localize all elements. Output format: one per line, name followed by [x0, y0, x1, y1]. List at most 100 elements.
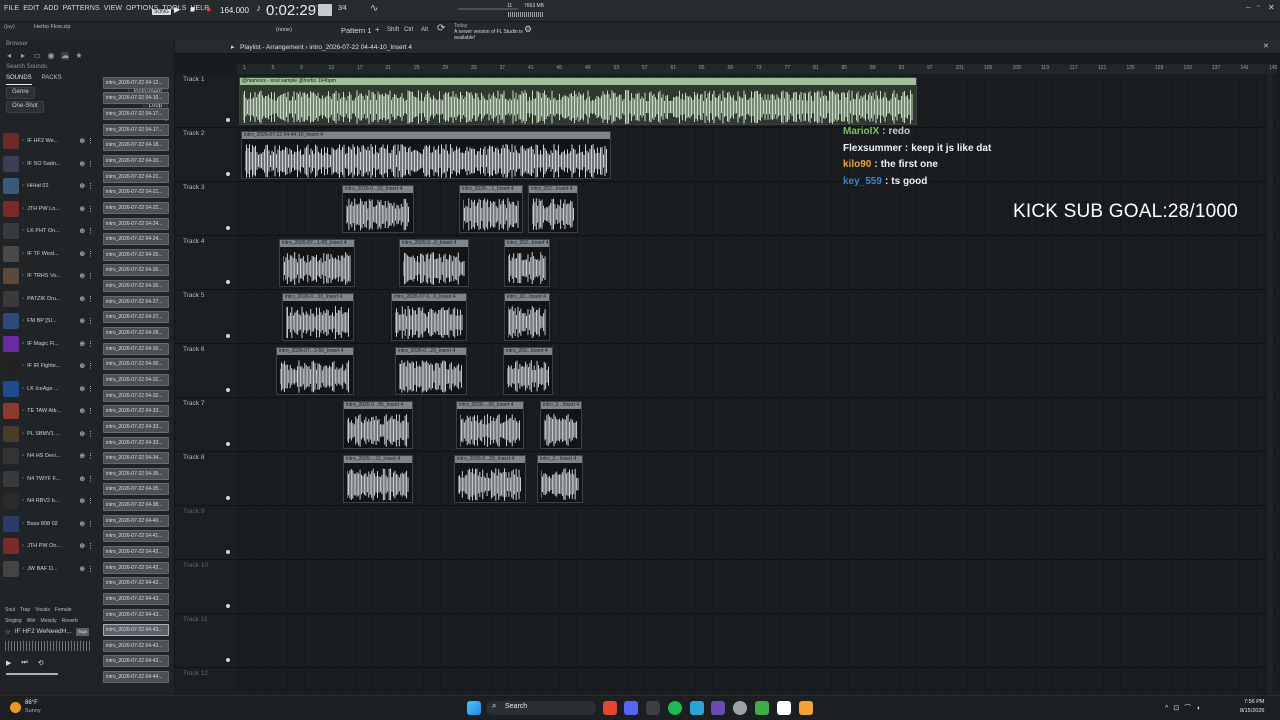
sample-add-icon[interactable]: ⊕ ⋮	[79, 182, 98, 190]
audio-clip[interactable]: intro_2026-0...33_Insert 4	[282, 293, 354, 341]
record-icon[interactable]: ●	[206, 4, 211, 14]
sample-item[interactable]: ◦ N4 TWYF F... ⊕ ⋮	[0, 468, 98, 491]
file-item[interactable]: intro_2026-07-22 04-26...	[103, 278, 171, 294]
menu-add[interactable]: ADD	[44, 5, 59, 12]
file-item[interactable]: intro_2026-07-22 04-43...	[103, 654, 171, 670]
sample-add-icon[interactable]: ⊕ ⋮	[79, 565, 98, 573]
oneshot-filter[interactable]: One-Shot	[6, 101, 44, 113]
file-name[interactable]: intro_2026-07-22 04-42...	[103, 577, 169, 590]
file-item[interactable]: intro_2026-07-22 04-42...	[103, 576, 171, 592]
audio-clip[interactable]: intro_2026-0...33_Insert 4	[342, 185, 414, 233]
minimize-icon[interactable]: –	[1246, 3, 1250, 12]
arrangement-name[interactable]: intro_2026-07-22 04-44-10_Insert 4	[309, 44, 412, 51]
sample-item[interactable]: ◦ FM BP [SI... ⊕ ⋮	[0, 310, 98, 333]
file-name[interactable]: intro_2026-07-22 04-41...	[103, 530, 169, 543]
file-name[interactable]: intro_2026-07-22 04-17...	[103, 123, 169, 136]
sample-item[interactable]: ◦ N4 RBV2 b... ⊕ ⋮	[0, 490, 98, 513]
tab-packs[interactable]: PACKS	[42, 75, 62, 85]
track-header[interactable]: Track 11	[175, 614, 237, 668]
file-name[interactable]: intro_2026-07-22 04-33...	[103, 405, 169, 418]
track-lane[interactable]: intro_2026-07...3-50_Insert 4 intro_2026-…	[237, 344, 1277, 398]
audio-clip[interactable]: intro_2...Insert 4	[537, 455, 583, 503]
file-name[interactable]: intro_2026-07-22 04-43...	[103, 655, 169, 668]
audio-clip[interactable]: intro_2026-...1_Insert 4	[459, 185, 523, 233]
flstudio-taskbar-icon[interactable]	[711, 701, 725, 715]
file-item[interactable]: intro_2026-07-22 04-43...	[103, 638, 171, 654]
sample-add-icon[interactable]: ⊕ ⋮	[79, 160, 98, 168]
brave-icon[interactable]	[603, 701, 617, 715]
sample-preview-icon[interactable]: ◦	[22, 386, 24, 392]
sample-add-icon[interactable]: ⊕ ⋮	[79, 295, 98, 303]
song-mode-button[interactable]: SONG	[152, 9, 171, 15]
track-mute-dot[interactable]	[226, 280, 230, 284]
track-header[interactable]: Track 8	[175, 452, 237, 506]
file-name[interactable]: intro_2026-07-22 04-28...	[103, 327, 169, 340]
sample-preview-icon[interactable]: ◦	[22, 273, 24, 279]
tab-sounds[interactable]: SOUNDS	[6, 75, 32, 85]
next-icon[interactable]: ⏭	[21, 659, 27, 667]
sample-item[interactable]: ◦ N4 HS Devi... ⊕ ⋮	[0, 445, 98, 468]
file-item[interactable]: intro_2026-07-22 04-43...	[103, 591, 171, 607]
file-name[interactable]: intro_2026-07-22 04-34...	[103, 452, 169, 465]
sample-preview-icon[interactable]: ◦	[22, 296, 24, 302]
sample-preview-icon[interactable]: ◦	[22, 363, 24, 369]
track-header[interactable]: Track 3	[175, 182, 237, 236]
app-icon[interactable]	[646, 701, 660, 715]
sample-preview-icon[interactable]: ◦	[22, 161, 24, 167]
file-name[interactable]: intro_2026-07-22 04-38...	[103, 499, 169, 512]
file-name[interactable]: intro_2026-07-22 04-24...	[103, 217, 169, 230]
sample-item[interactable]: ◦ PL SBMV1 ... ⊕ ⋮	[0, 423, 98, 446]
file-name[interactable]: intro_2026-07-22 04-35...	[103, 483, 169, 496]
sample-add-icon[interactable]: ⊕ ⋮	[79, 205, 98, 213]
file-item[interactable]: intro_2026-07-22 04-30...	[103, 357, 171, 373]
file-name[interactable]: intro_2026-07-22 04-33...	[103, 420, 169, 433]
sample-preview-icon[interactable]: ◦	[22, 228, 24, 234]
file-name[interactable]: intro_2026-07-22 04-25...	[103, 248, 169, 261]
pattern-blocks-icon[interactable]	[318, 4, 332, 16]
tag[interactable]: Singing	[5, 618, 22, 624]
sample-preview-icon[interactable]: ◦	[22, 521, 24, 527]
track-lane[interactable]: intro_2026-0...55_Insert 4 intro_2026-...…	[237, 398, 1277, 452]
sample-item[interactable]: ◦ IF TRHS Vo... ⊕ ⋮	[0, 265, 98, 288]
file-item[interactable]: intro_2026-07-22 04-33...	[103, 419, 171, 435]
snap-selector[interactable]: (none)	[276, 27, 292, 33]
file-name[interactable]: intro_2026-07-22 04-32...	[103, 389, 169, 402]
track-mute-dot[interactable]	[226, 442, 230, 446]
plugin-db-icon[interactable]: ◉	[47, 52, 55, 60]
file-item[interactable]: intro_2026-07-22 04-42...	[103, 560, 171, 576]
track-header[interactable]: Track 2	[175, 128, 237, 182]
track-header[interactable]: Track 7	[175, 398, 237, 452]
sample-preview-icon[interactable]: ◦	[22, 566, 24, 572]
sample-preview-icon[interactable]: ◦	[22, 476, 24, 482]
file-name[interactable]: intro_2026-07-22 04-12...	[103, 76, 169, 89]
track-header[interactable]: Track 5	[175, 290, 237, 344]
file-item[interactable]: intro_2026-07-22 04-20...	[103, 153, 171, 169]
pattern-selector[interactable]: Pattern 1	[341, 26, 371, 35]
track-mute-dot[interactable]	[226, 496, 230, 500]
sample-add-icon[interactable]: ⊕ ⋮	[79, 272, 98, 280]
file-item[interactable]: intro_2026-07-22 04-34...	[103, 450, 171, 466]
file-item[interactable]: intro_2026-07-22 04-24...	[103, 231, 171, 247]
tags-badge[interactable]: Tags	[75, 628, 90, 636]
track-lane[interactable]	[237, 560, 1277, 614]
capcut-icon[interactable]	[777, 701, 791, 715]
track-mute-dot[interactable]	[226, 226, 230, 230]
sample-preview-icon[interactable]: ◦	[22, 183, 24, 189]
sample-add-icon[interactable]: ⊕ ⋮	[79, 317, 98, 325]
sample-add-icon[interactable]: ⊕ ⋮	[79, 520, 98, 528]
close-icon[interactable]: ✕	[1268, 3, 1275, 12]
sample-add-icon[interactable]: ⊕ ⋮	[79, 137, 98, 145]
sample-add-icon[interactable]: ⊕ ⋮	[79, 452, 98, 460]
sample-preview-icon[interactable]: ◦	[22, 251, 24, 257]
game-icon[interactable]	[755, 701, 769, 715]
playlist-close-icon[interactable]: ✕	[1263, 42, 1269, 50]
menu-file[interactable]: FILE	[4, 5, 19, 12]
file-item[interactable]: intro_2026-07-22 04-40...	[103, 513, 171, 529]
audio-clip[interactable]: intro_2026-07-0...0_Insert 4	[391, 293, 467, 341]
sample-item[interactable]: ◦ LK PHT On... ⊕ ⋮	[0, 220, 98, 243]
track-lane[interactable]: intro_2026-07-22 04-44-10_Insert 4	[237, 128, 1277, 182]
sample-add-icon[interactable]: ⊕ ⋮	[79, 385, 98, 393]
file-name[interactable]: intro_2026-07-22 04-21...	[103, 170, 169, 183]
search-input[interactable]: Search Sounds	[0, 62, 174, 74]
file-item[interactable]: intro_2026-07-22 04-21...	[103, 169, 171, 185]
